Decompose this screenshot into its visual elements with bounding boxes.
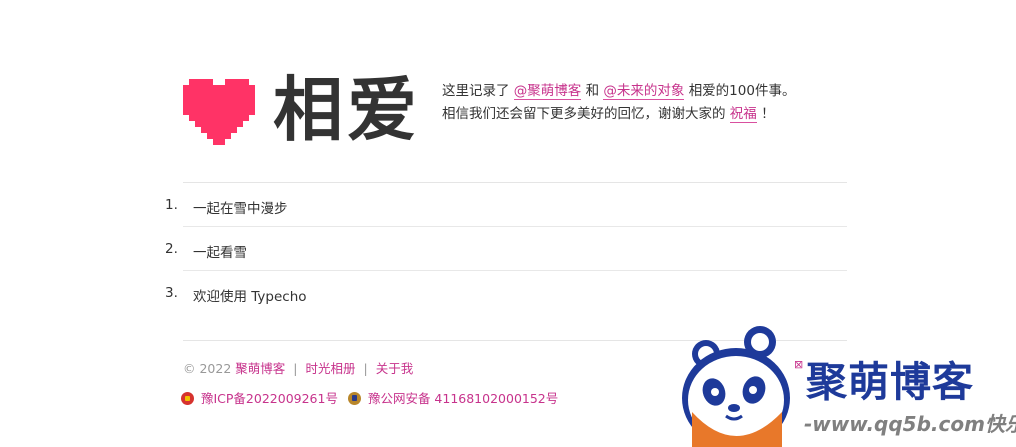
beian-info: 豫ICP备2022009261号 豫公网安备 41168102000152号 bbox=[181, 388, 558, 407]
bless-link[interactable]: 祝福 bbox=[729, 106, 757, 123]
item-text: 一起在雪中漫步 bbox=[193, 201, 288, 217]
watermark-url: -www.qq5b.com快乐 bbox=[804, 412, 1016, 436]
panda-mascot-icon bbox=[682, 326, 790, 447]
intro-text: 这里记录了 @聚萌博客 和 @未来的对象 相爱的100件事。 相信我们还会留下更… bbox=[442, 80, 795, 126]
intro-and: 和 bbox=[585, 83, 600, 99]
page-title: 相爱 bbox=[273, 69, 421, 151]
footer: © 2022 聚萌博客 | 时光相册 | 关于我 bbox=[183, 358, 413, 377]
intro-line-1: 这里记录了 @聚萌博客 和 @未来的对象 相爱的100件事。 bbox=[442, 80, 795, 103]
page-header: 相爱 这里记录了 @聚萌博客 和 @未来的对象 相爱的100件事。 相信我们还会… bbox=[183, 68, 847, 158]
list-item[interactable]: 1. 一起在雪中漫步 bbox=[165, 183, 847, 227]
item-text: 一起看雪 bbox=[193, 245, 247, 261]
intro-line2-suffix: ！ bbox=[761, 106, 775, 122]
icp-link[interactable]: 豫ICP备2022009261号 bbox=[201, 391, 338, 406]
national-emblem-icon bbox=[181, 392, 194, 405]
person2-link[interactable]: @未来的对象 bbox=[603, 83, 685, 100]
person1-link[interactable]: @聚萌博客 bbox=[513, 83, 582, 100]
watermark: ⊠ 聚萌博客 -www.qq5b.com快乐 bbox=[678, 320, 1016, 447]
police-badge-icon bbox=[347, 392, 361, 405]
item-text: 欢迎使用 Typecho bbox=[193, 289, 307, 305]
list-item[interactable]: 3. 欢迎使用 Typecho bbox=[165, 271, 847, 314]
item-number: 2. bbox=[165, 241, 178, 257]
watermark-brand: 聚萌博客 bbox=[806, 358, 974, 406]
copyright: © 2022 bbox=[183, 361, 232, 376]
intro-prefix: 这里记录了 bbox=[442, 83, 510, 99]
separator: | bbox=[363, 361, 368, 376]
timeline-link[interactable]: 时光相册 bbox=[305, 361, 355, 376]
list-item[interactable]: 2. 一起看雪 bbox=[165, 227, 847, 271]
separator: | bbox=[293, 361, 298, 376]
police-link[interactable]: 豫公网安备 41168102000152号 bbox=[368, 391, 558, 406]
pixel-heart-icon bbox=[183, 79, 255, 145]
intro-line-2: 相信我们还会留下更多美好的回忆，谢谢大家的 祝福 ！ bbox=[442, 103, 795, 126]
item-number: 3. bbox=[165, 285, 178, 301]
intro-suffix: 相爱的100件事。 bbox=[688, 83, 796, 99]
site-link[interactable]: 聚萌博客 bbox=[235, 361, 285, 376]
item-number: 1. bbox=[165, 197, 178, 213]
event-list: 1. 一起在雪中漫步 2. 一起看雪 3. 欢迎使用 Typecho bbox=[160, 183, 847, 314]
about-link[interactable]: 关于我 bbox=[376, 361, 414, 376]
intro-line2-prefix: 相信我们还会留下更多美好的回忆，谢谢大家的 bbox=[442, 106, 726, 122]
corner-glyph: ⊠ bbox=[794, 358, 804, 371]
